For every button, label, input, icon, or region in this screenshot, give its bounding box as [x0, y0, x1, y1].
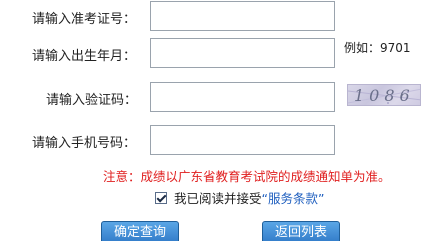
- birth-date-label: 请输入出生年月：: [32, 49, 137, 64]
- agreement-text: 我已阅读并接受: [174, 191, 262, 206]
- birth-date-input[interactable]: [150, 38, 335, 68]
- birth-date-hint: 例如：9701: [344, 41, 411, 55]
- verify-code-label: 请输入验证码：: [46, 93, 138, 108]
- captcha-image[interactable]: 1086: [347, 84, 421, 106]
- exam-number-input[interactable]: [150, 1, 335, 31]
- score-query-form: 请输入准考证号： 请输入出生年月： 例如：9701 请输入验证码： 1086 请…: [0, 0, 440, 241]
- score-notice: 注意：成绩以广东省教育考试院的成绩通知单为准。: [103, 169, 391, 184]
- agree-checkbox[interactable]: [155, 191, 167, 204]
- exam-number-label: 请输入准考证号：: [32, 12, 137, 27]
- phone-number-label: 请输入手机号码：: [32, 136, 137, 151]
- submit-query-button[interactable]: 确定查询: [101, 221, 179, 241]
- verify-code-input[interactable]: [150, 82, 335, 112]
- phone-number-input[interactable]: [150, 125, 335, 155]
- service-terms-link[interactable]: “服务条款”: [262, 188, 325, 207]
- captcha-text: 1086: [354, 86, 415, 105]
- agreement-row: 我已阅读并接受 “服务条款”: [155, 188, 324, 207]
- back-to-list-button[interactable]: 返回列表: [262, 221, 340, 241]
